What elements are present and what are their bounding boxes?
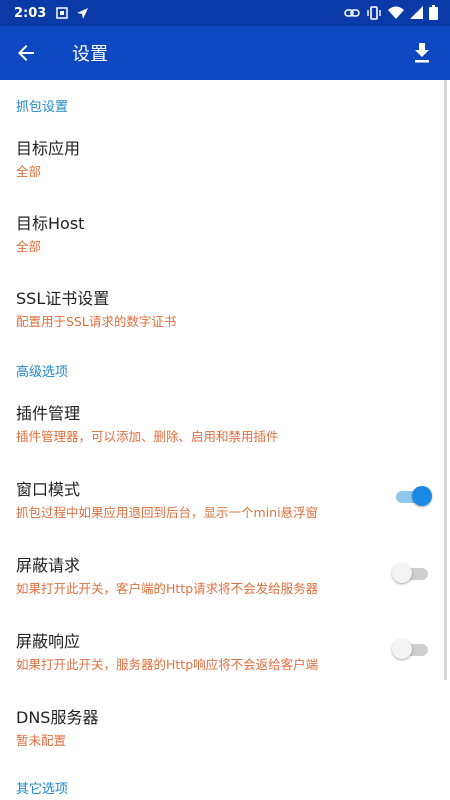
- pref-title: 窗口模式: [16, 480, 81, 499]
- link-icon: [344, 8, 360, 17]
- status-left-icons: [56, 7, 89, 20]
- sim-card-icon: [56, 7, 69, 19]
- signal-icon: [410, 6, 423, 19]
- pref-ssl-certificate[interactable]: SSL证书设置 配置用于SSL请求的数字证书: [0, 285, 430, 335]
- section-header-advanced: 高级选项: [16, 365, 69, 380]
- pref-summary: 暂未配置: [16, 733, 67, 748]
- app-bar: 设置: [0, 26, 450, 80]
- location-arrow-icon: [77, 7, 89, 19]
- switch-thumb: [392, 639, 412, 659]
- pref-summary: 插件管理器，可以添加、删除、启用和禁用插件: [16, 429, 279, 444]
- switch-thumb: [392, 563, 412, 583]
- status-right-icons: [344, 5, 438, 20]
- pref-target-app[interactable]: 目标应用 全部: [0, 135, 430, 185]
- settings-list: 抓包设置 目标应用 全部 目标Host 全部 SSL证书设置 配置用于SSL请求…: [0, 80, 450, 800]
- page-title: 设置: [72, 44, 108, 65]
- pref-summary: 全部: [16, 164, 42, 179]
- status-bar: 2:03: [0, 0, 450, 26]
- status-time: 2:03: [14, 5, 47, 21]
- switch-thumb: [412, 486, 432, 506]
- window-mode-switch[interactable]: [392, 485, 432, 507]
- pref-summary: 如果打开此开关，客户端的Http请求将不会发给服务器: [16, 581, 319, 596]
- pref-window-mode[interactable]: 窗口模式 抓包过程中如果应用退回到后台，显示一个mini悬浮窗: [0, 476, 430, 526]
- pref-plugin-manager[interactable]: 插件管理 插件管理器，可以添加、删除、启用和禁用插件: [0, 400, 430, 450]
- section-header-other: 其它选项: [16, 782, 69, 797]
- pref-summary: 如果打开此开关，服务器的Http响应将不会返给客户端: [16, 657, 319, 672]
- battery-icon: [429, 5, 438, 20]
- wifi-icon: [388, 6, 404, 19]
- pref-title: 插件管理: [16, 404, 81, 423]
- block-response-switch[interactable]: [392, 638, 432, 660]
- pref-block-response[interactable]: 屏蔽响应 如果打开此开关，服务器的Http响应将不会返给客户端: [0, 628, 430, 678]
- pref-title: DNS服务器: [16, 708, 99, 727]
- block-request-switch[interactable]: [392, 562, 432, 584]
- pref-summary: 抓包过程中如果应用退回到后台，显示一个mini悬浮窗: [16, 505, 319, 520]
- pref-title: 屏蔽请求: [16, 556, 81, 575]
- pref-dns-server[interactable]: DNS服务器 暂未配置: [0, 704, 430, 754]
- pref-target-host[interactable]: 目标Host 全部: [0, 210, 430, 260]
- scrollbar[interactable]: [444, 80, 447, 680]
- pref-title: 目标Host: [16, 214, 85, 233]
- pref-title: 屏蔽响应: [16, 632, 81, 651]
- pref-block-request[interactable]: 屏蔽请求 如果打开此开关，客户端的Http请求将不会发给服务器: [0, 552, 430, 602]
- section-header-capture: 抓包设置: [16, 100, 69, 115]
- vibrate-icon: [367, 5, 381, 20]
- back-arrow-icon[interactable]: [14, 41, 38, 65]
- pref-summary: 配置用于SSL请求的数字证书: [16, 314, 177, 329]
- pref-title: 目标应用: [16, 139, 81, 158]
- pref-title: SSL证书设置: [16, 289, 110, 308]
- download-icon[interactable]: [410, 40, 434, 66]
- pref-summary: 全部: [16, 239, 42, 254]
